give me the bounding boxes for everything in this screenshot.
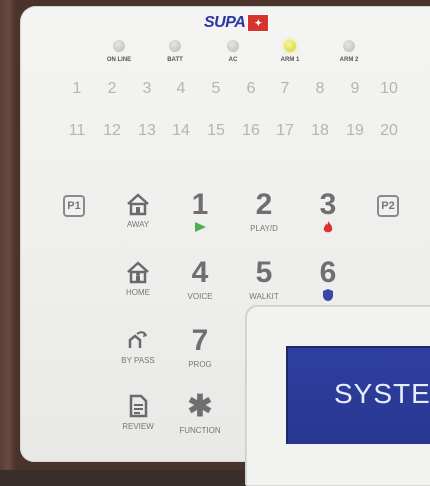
zone-3: 3 — [142, 80, 152, 97]
zone-6: 6 — [246, 80, 256, 97]
lcd-screen: SYSTE — [286, 346, 430, 444]
zone-10: 10 — [380, 80, 398, 97]
home-label: HOME — [126, 288, 150, 297]
key-5-number: 5 — [255, 256, 273, 289]
zone-1: 1 — [72, 80, 82, 97]
home-occupied-icon — [110, 258, 166, 284]
key-6[interactable]: 6 — [300, 258, 356, 302]
away-label: AWAY — [126, 220, 150, 229]
lcd-text: SYSTE — [334, 378, 430, 409]
led-ac-label: AC — [228, 57, 238, 63]
review-button[interactable]: REVIEW — [110, 392, 166, 431]
zone-16: 16 — [242, 122, 260, 139]
zone-7: 7 — [280, 80, 290, 97]
key-1-number: 1 — [191, 188, 209, 221]
fire-icon — [300, 220, 356, 234]
zone-12: 12 — [103, 122, 121, 139]
review-label: REVIEW — [122, 422, 154, 431]
led-battery-label: BATT — [167, 57, 183, 63]
led-ac: AC — [226, 40, 240, 63]
led-battery: BATT — [167, 40, 183, 63]
zone-5: 5 — [211, 80, 221, 97]
document-icon — [110, 392, 166, 418]
key-4-label: VOICE — [187, 292, 213, 301]
key-7-label: PROG — [188, 360, 212, 369]
key-2[interactable]: 2 PLAY/D — [236, 188, 292, 234]
zone-2: 2 — [107, 80, 117, 97]
led-arm1: ARM 1 — [281, 40, 299, 63]
bypass-label: BY PASS — [121, 356, 155, 365]
zone-9: 9 — [350, 80, 360, 97]
bypass-icon — [110, 326, 166, 352]
led-online-label: ON LINE — [106, 57, 132, 63]
key-5[interactable]: 5 WALKIT — [236, 256, 292, 302]
led-ac-indicator — [227, 40, 239, 52]
key-7[interactable]: 7 PROG — [172, 324, 228, 370]
key-6-number: 6 — [319, 256, 337, 289]
brand-logo: SUPA ✦ — [204, 12, 270, 34]
zone-11: 11 — [68, 122, 86, 139]
zone-18: 18 — [311, 122, 329, 139]
led-arm1-label: ARM 1 — [280, 57, 300, 63]
led-online: ON LINE — [107, 40, 131, 63]
brand-logo-mark-icon: ✦ — [247, 14, 270, 32]
home-button[interactable]: HOME — [110, 258, 166, 297]
brand-logo-text: SUPA — [204, 14, 246, 31]
panic-p2-button[interactable]: P2 — [377, 195, 399, 217]
led-arm1-indicator — [284, 40, 296, 52]
led-online-indicator — [113, 40, 125, 52]
home-icon — [110, 190, 166, 216]
key-1[interactable]: 1 — [172, 190, 228, 234]
key-star-symbol: ✱ — [187, 390, 213, 423]
led-arm2: ARM 2 — [340, 40, 358, 63]
key-3[interactable]: 3 — [300, 190, 356, 234]
key-star-label: FUNCTION — [179, 426, 221, 435]
zone-4: 4 — [176, 80, 186, 97]
led-battery-indicator — [169, 40, 181, 52]
zone-8: 8 — [315, 80, 325, 97]
zone-17: 17 — [276, 122, 294, 139]
zone-14: 14 — [172, 122, 190, 139]
zone-19: 19 — [346, 122, 364, 139]
bypass-button[interactable]: BY PASS — [110, 326, 166, 365]
key-5-label: WALKIT — [249, 292, 279, 301]
play-icon — [172, 220, 228, 234]
police-badge-icon — [300, 288, 356, 302]
key-7-number: 7 — [191, 324, 209, 357]
led-arm2-label: ARM 2 — [339, 57, 359, 63]
zone-13: 13 — [138, 122, 156, 139]
key-3-number: 3 — [319, 188, 337, 221]
zone-15: 15 — [207, 122, 225, 139]
key-star[interactable]: ✱ FUNCTION — [172, 390, 228, 436]
key-4[interactable]: 4 VOICE — [172, 256, 228, 302]
key-2-number: 2 — [255, 188, 273, 221]
zone-20: 20 — [380, 122, 398, 139]
panic-p1-button[interactable]: P1 — [63, 195, 85, 217]
key-2-label: PLAY/D — [250, 224, 278, 233]
led-arm2-indicator — [343, 40, 355, 52]
away-button[interactable]: AWAY — [110, 190, 166, 229]
key-4-number: 4 — [191, 256, 209, 289]
